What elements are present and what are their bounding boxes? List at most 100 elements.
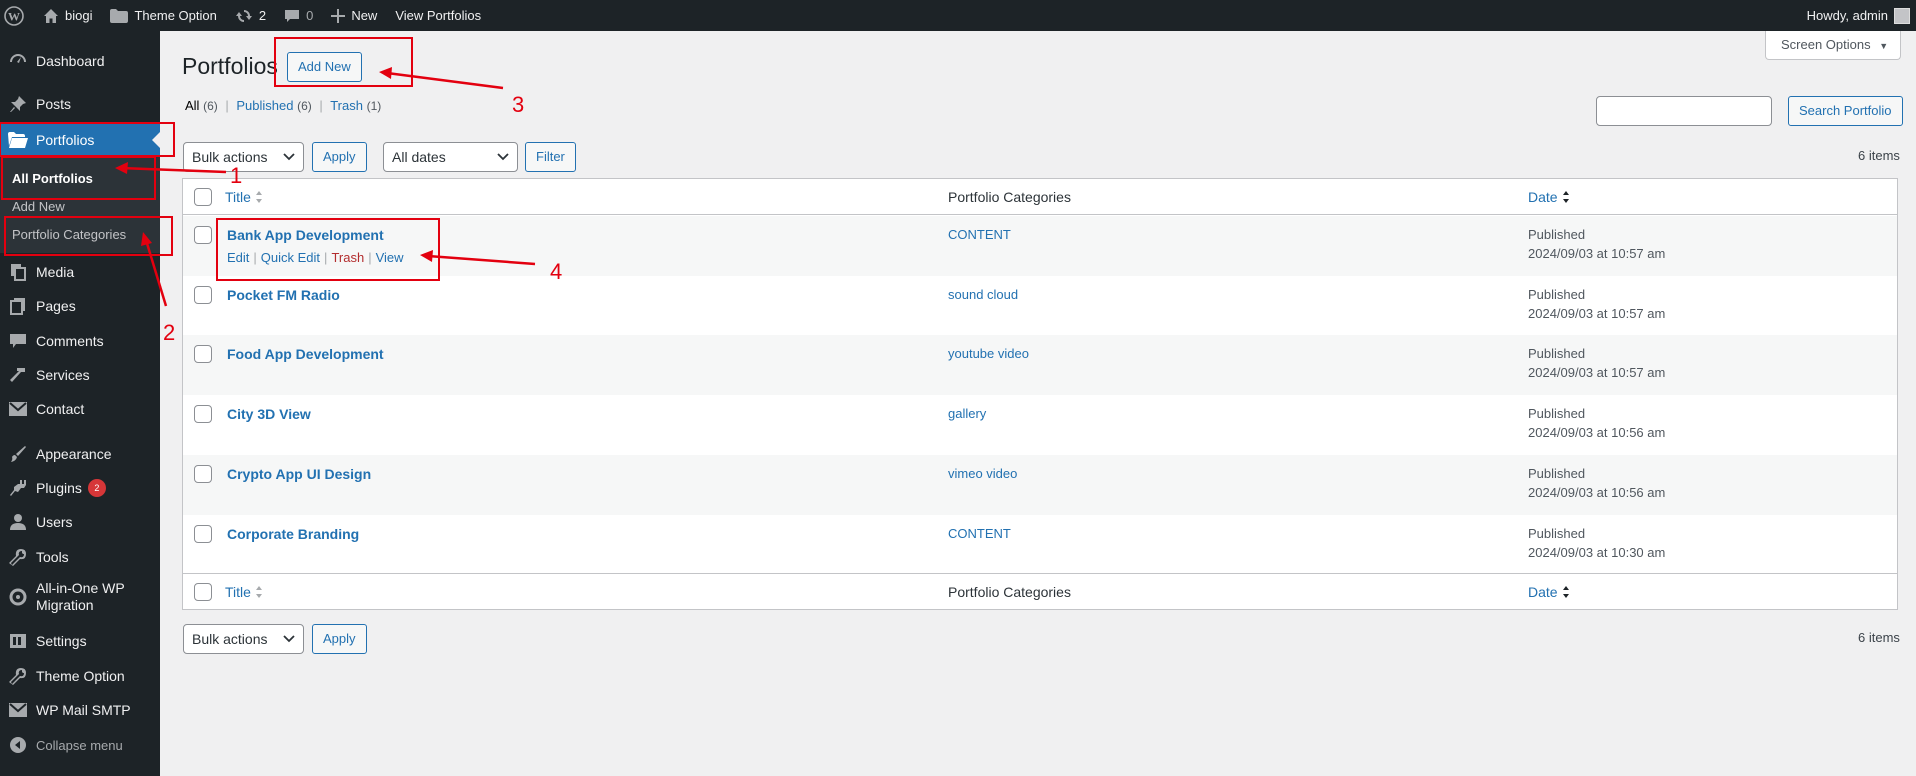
date-filter-select[interactable]: All dates — [383, 142, 518, 172]
comments-link[interactable]: 0 — [275, 0, 322, 31]
table-row[interactable]: Crypto App UI Design vimeo video Published… — [183, 455, 1897, 515]
row-category-link[interactable]: youtube video — [948, 346, 1029, 361]
theme-option-link[interactable]: Theme Option — [101, 0, 225, 31]
row-title-link[interactable]: Corporate Branding — [227, 526, 359, 542]
row-title-link[interactable]: Bank App Development — [227, 227, 384, 243]
site-name-link[interactable]: biogi — [34, 0, 101, 31]
row-checkbox[interactable] — [194, 226, 212, 244]
submenu-all-portfolios[interactable]: All Portfolios — [12, 171, 93, 186]
submenu-add-new[interactable]: Add New — [12, 199, 65, 214]
sort-icon — [255, 190, 262, 203]
row-category-link[interactable]: CONTENT — [948, 526, 1011, 541]
admin-bar: W biogi Theme Option 2 0 New View Portfo… — [0, 0, 1916, 31]
row-status: Published — [1528, 287, 1586, 302]
column-title-header[interactable]: Title — [225, 189, 263, 205]
view-published[interactable]: Published — [236, 98, 293, 113]
collapse-menu-button[interactable]: Collapse menu — [0, 728, 160, 762]
row-category-link[interactable]: vimeo video — [948, 466, 1017, 481]
table-row[interactable]: Pocket FM Radio sound cloud Published 2024/… — [183, 276, 1897, 336]
select-all-checkbox[interactable] — [194, 188, 212, 206]
menu-media[interactable]: Media — [0, 255, 160, 289]
items-count-bottom: 6 items — [1858, 630, 1900, 645]
search-input[interactable] — [1596, 96, 1772, 126]
theme-option-label: Theme Option — [134, 8, 217, 23]
my-account-link[interactable]: Howdy, admin — [1798, 0, 1916, 31]
menu-dashboard[interactable]: Dashboard — [0, 43, 160, 79]
row-category-link[interactable]: CONTENT — [948, 227, 1011, 242]
avatar — [1894, 7, 1910, 24]
chevron-down-icon — [283, 635, 295, 643]
menu-wp-mail-smtp[interactable]: WP Mail SMTP — [0, 693, 160, 727]
menu-services[interactable]: Services — [0, 358, 160, 392]
sort-desc-icon — [1562, 585, 1569, 598]
view-all[interactable]: All — [185, 98, 199, 113]
mail-icon — [0, 703, 36, 717]
row-action-quick-edit[interactable]: Quick Edit — [261, 250, 320, 265]
bulk-actions-select[interactable]: Bulk actions — [183, 142, 304, 172]
select-all-checkbox-footer[interactable] — [194, 583, 212, 601]
search-portfolio-button[interactable]: Search Portfolio — [1788, 96, 1903, 126]
row-category-link[interactable]: sound cloud — [948, 287, 1018, 302]
menu-comments[interactable]: Comments — [0, 323, 160, 358]
pages-icon — [0, 297, 36, 315]
menu-portfolios[interactable]: Portfolios — [0, 122, 160, 157]
menu-appearance[interactable]: Appearance — [0, 437, 160, 471]
apply-button[interactable]: Apply — [312, 142, 367, 172]
row-title-link[interactable]: Food App Development — [227, 346, 384, 362]
updates-link[interactable]: 2 — [226, 0, 275, 31]
row-title-link[interactable]: Crypto App UI Design — [227, 466, 371, 482]
menu-users[interactable]: Users — [0, 505, 160, 539]
collapse-arrow-icon — [0, 737, 36, 753]
column-title-footer[interactable]: Title — [225, 584, 263, 600]
table-row[interactable]: Corporate Branding CONTENT Published 2024/0… — [183, 515, 1897, 575]
row-date: 2024/09/03 at 10:30 am — [1528, 545, 1666, 560]
view-trash[interactable]: Trash — [330, 98, 363, 113]
table-row[interactable]: Food App Development youtube video Publish… — [183, 335, 1897, 395]
comment-icon — [285, 9, 300, 22]
row-checkbox[interactable] — [194, 345, 212, 363]
chevron-down-icon — [497, 153, 509, 161]
row-checkbox[interactable] — [194, 525, 212, 543]
page-title: Portfolios — [182, 53, 278, 79]
column-date-footer[interactable]: Date — [1528, 584, 1570, 600]
portfolios-table: Title Portfolio Categories Date Bank App… — [182, 178, 1898, 610]
new-content-link[interactable]: New — [322, 0, 386, 31]
menu-tools[interactable]: Tools — [0, 539, 160, 574]
column-date-header[interactable]: Date — [1528, 189, 1570, 205]
menu-posts[interactable]: Posts — [0, 87, 160, 121]
row-checkbox[interactable] — [194, 405, 212, 423]
wordpress-logo-icon[interactable]: W — [0, 0, 34, 31]
bulk-actions-select-bottom[interactable]: Bulk actions — [183, 624, 304, 654]
view-published-count: (6) — [297, 99, 312, 113]
row-action-trash[interactable]: Trash — [331, 250, 364, 265]
row-checkbox[interactable] — [194, 465, 212, 483]
chevron-down-icon — [283, 153, 295, 161]
row-checkbox[interactable] — [194, 286, 212, 304]
row-action-view[interactable]: View — [376, 250, 404, 265]
apply-button-bottom[interactable]: Apply — [312, 624, 367, 654]
migration-line1: All-in-One WP — [36, 580, 125, 596]
table-row[interactable]: City 3D View gallery Published 2024/09/03 a… — [183, 395, 1897, 455]
menu-plugins[interactable]: Plugins 2 — [0, 471, 160, 505]
filter-button[interactable]: Filter — [525, 142, 576, 172]
paintbrush-icon — [0, 445, 36, 463]
menu-theme-option[interactable]: Theme Option — [0, 658, 160, 693]
row-title-link[interactable]: City 3D View — [227, 406, 311, 422]
screen-options-button[interactable]: Screen Options ▼ — [1765, 31, 1902, 60]
menu-all-in-one-migration[interactable]: All-in-One WP Migration — [0, 574, 160, 620]
row-action-edit[interactable]: Edit — [227, 250, 249, 265]
wrench-icon — [0, 548, 36, 566]
row-actions: Edit | Quick Edit | Trash | View — [227, 250, 404, 265]
add-new-button[interactable]: Add New — [287, 52, 362, 82]
plus-icon — [331, 8, 346, 23]
menu-pages[interactable]: Pages — [0, 289, 160, 323]
row-category-link[interactable]: gallery — [948, 406, 986, 421]
table-row[interactable]: Bank App Development Edit | Quick Edit | Tras… — [183, 216, 1897, 276]
menu-contact[interactable]: Contact — [0, 392, 160, 426]
row-title-link[interactable]: Pocket FM Radio — [227, 287, 340, 303]
migration-icon — [0, 588, 36, 606]
view-portfolios-link[interactable]: View Portfolios — [386, 0, 490, 31]
howdy-text: Howdy, admin — [1806, 8, 1888, 23]
submenu-portfolio-categories[interactable]: Portfolio Categories — [12, 227, 126, 242]
menu-settings[interactable]: Settings — [0, 624, 160, 658]
